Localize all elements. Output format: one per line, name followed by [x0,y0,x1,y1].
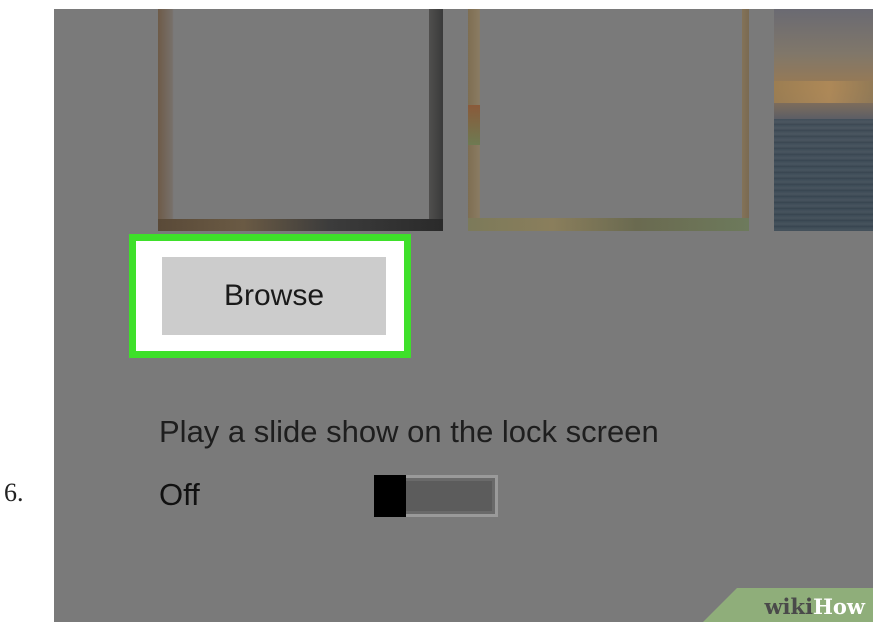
thumbnail-edge [468,218,749,231]
slideshow-toggle-switch[interactable] [374,475,498,517]
thumbnail-image-area [480,9,742,218]
wikihow-watermark-text: wikiHow [764,594,865,619]
background-thumbnail-2[interactable] [468,9,749,231]
watermark-how: How [813,594,865,619]
thumbnail-image-area [174,9,429,219]
thumbnail-edge [158,219,443,231]
settings-screen: Browse Play a slide show on the lock scr… [54,9,873,622]
background-thumbnail-1[interactable] [158,9,443,231]
browse-button[interactable]: Browse [162,257,386,335]
watermark-wiki: wiki [764,594,814,619]
toggle-knob [374,475,406,517]
sea-water [774,119,873,231]
thumbnail-edge [468,105,480,145]
sunset-glow [774,81,873,103]
slideshow-setting-label: Play a slide show on the lock screen [159,414,659,449]
background-thumbnail-3[interactable] [774,9,873,231]
slideshow-toggle-state: Off [159,477,200,512]
step-number: 6. [4,478,24,507]
